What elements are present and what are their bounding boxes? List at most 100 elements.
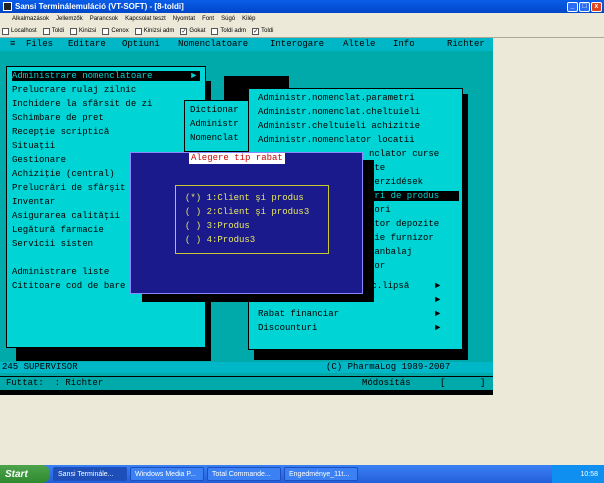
checkbox-box[interactable]: ✓ <box>252 27 260 35</box>
footer-field-end: ] <box>480 378 486 388</box>
checkbox-box[interactable] <box>102 27 110 35</box>
main-menu-item[interactable]: Legătură farmacie <box>12 225 104 235</box>
clock: 10:58 <box>580 470 598 478</box>
terminal-footer: Futtat: : Richter Módosítás [ ] <box>0 377 493 390</box>
main-menu-item[interactable]: Administrare nomenclatoare <box>12 71 200 81</box>
main-menu-item[interactable]: Recepţie scriptică <box>12 127 109 137</box>
submenu-item[interactable]: Nomenclat <box>190 133 239 143</box>
checkbox-box[interactable] <box>42 27 50 35</box>
checkbox-box[interactable] <box>211 27 219 35</box>
toolbar-checkbox[interactable]: Kinizsi adm <box>134 27 175 35</box>
submenu-arrow-icon: ► <box>435 323 441 333</box>
checkbox-label: Toldi <box>51 28 65 34</box>
checkbox-label: Kinizsi adm <box>143 28 175 34</box>
submenu2-item[interactable]: Rabat financiar <box>258 309 339 319</box>
status-copyright: (C) PharmaLog 1989-2007 <box>326 362 451 372</box>
main-menu-item[interactable]: Prelucrare rulaj zilnic <box>12 85 136 95</box>
task-total-commander[interactable]: Total Commande... <box>207 467 281 481</box>
submenu-item[interactable]: Dictionar <box>190 105 239 115</box>
toolbar-checkbox[interactable]: Toldi <box>42 27 65 35</box>
option-produs3[interactable]: ( ) 4:Produs3 <box>185 235 255 245</box>
menu-font[interactable]: Font <box>202 16 214 22</box>
main-menu-item[interactable]: Schimbare de pret <box>12 113 104 123</box>
task-sansi[interactable]: Sansi Terminále... <box>53 467 127 481</box>
term-user-name: Richter <box>447 39 485 49</box>
terminal-top-menu: ≡ Files Editare Optiuni Nomenclatoare In… <box>0 38 493 51</box>
term-menu-altele[interactable]: Altele <box>343 39 375 49</box>
system-tray: 10:58 <box>552 465 604 483</box>
menu-alkalmazasok[interactable]: Alkalmazások <box>12 16 49 22</box>
term-menu-editare[interactable]: Editare <box>68 39 106 49</box>
term-menu-nomenclatoare[interactable]: Nomenclatoare <box>178 39 248 49</box>
option-client-produs3[interactable]: ( ) 2:Client şi produs3 <box>185 207 309 217</box>
footer-field[interactable]: [ <box>440 378 445 388</box>
toolbar-checkbox[interactable]: ✓ Gokat <box>180 27 206 35</box>
checkbox-label: Gokat <box>189 28 206 34</box>
submenu2-item[interactable]: Administr.nomenclat.parametri <box>258 93 415 103</box>
task-engedmenye[interactable]: Engedménye_11t... <box>284 467 358 481</box>
submenu2-item[interactable]: Administr.nomenclator locatii <box>258 135 415 145</box>
checkbox-box[interactable] <box>2 27 9 35</box>
submenu-arrow-icon: ► <box>435 295 441 305</box>
maximize-button[interactable]: □ <box>579 1 590 12</box>
term-menu-interogare[interactable]: Interogare <box>270 39 324 49</box>
footer-user: Futtat: : Richter <box>6 378 104 388</box>
submenu2-item[interactable]: zerzidések <box>369 177 423 187</box>
checkbox-box[interactable]: ✓ <box>180 27 188 35</box>
toolbar-checkbox[interactable]: ✓ Toldi <box>252 27 274 35</box>
checkbox-box[interactable] <box>134 27 142 35</box>
submenu2-item[interactable]: ator depozite <box>369 219 439 229</box>
taskbar: Start Sansi Terminále... Windows Media P… <box>0 465 604 483</box>
submenu2-item[interactable]: uri de produs <box>369 191 459 201</box>
option-client-produs[interactable]: (*) 1:Client şi produs <box>185 193 304 203</box>
checkbox-label: Toldi adm <box>220 28 247 34</box>
main-menu-item[interactable]: Prelucrări de sfârşit <box>12 183 125 193</box>
submenu2-item[interactable]: Administr.cheltuieli achizitie <box>258 121 420 131</box>
toolbar-checkbox[interactable]: Toldi adm <box>211 27 247 35</box>
toolbar-checkbox[interactable]: Cenox <box>102 27 129 35</box>
submenu-item[interactable]: Administr <box>190 119 239 129</box>
main-menu-item[interactable]: Achiziţie (central) <box>12 169 115 179</box>
submenu2-item[interactable]: anbalaj <box>369 247 412 257</box>
start-button[interactable]: Start <box>0 465 50 483</box>
toolbar-checkbox[interactable]: Kinizsi <box>70 27 96 35</box>
terminal-bottom-area <box>0 395 604 465</box>
menu-parancsok[interactable]: Parancsok <box>90 16 118 22</box>
submenu2-item[interactable]: Discounturi <box>258 323 317 333</box>
checkbox-label: Localhost <box>11 28 37 34</box>
terminal-screen[interactable]: ≡ Files Editare Optiuni Nomenclatoare In… <box>0 38 493 395</box>
term-menu-files[interactable]: Files <box>26 39 53 49</box>
main-menu-item[interactable]: Gestionare <box>12 155 66 165</box>
task-media-player[interactable]: Windows Media P... <box>130 467 204 481</box>
system-menu-icon[interactable]: ≡ <box>10 39 15 49</box>
submenu2-item[interactable]: nclator curse <box>369 149 439 159</box>
main-menu-item[interactable]: Situaţii <box>12 141 55 151</box>
checkbox-label: Toldi <box>261 28 274 34</box>
window-titlebar[interactable]: Sansi Terminálemuláció (VT-SOFT) - [8-to… <box>0 0 604 13</box>
term-menu-optiuni[interactable]: Optiuni <box>122 39 160 49</box>
dialog-options-box: (*) 1:Client şi produs ( ) 2:Client şi p… <box>175 185 329 254</box>
main-menu-item[interactable]: Servicii sisten <box>12 239 93 249</box>
minimize-button[interactable]: _ <box>567 1 578 12</box>
submenu-arrow-icon: ► <box>435 281 441 291</box>
toolbar-checkbox[interactable]: Localhost <box>2 27 37 35</box>
menu-kilep[interactable]: Kilép <box>242 16 255 22</box>
option-produs[interactable]: ( ) 3:Produs <box>185 221 250 231</box>
menubar: Alkalmazások Jellemzők Parancsok Kapcsol… <box>0 13 604 25</box>
main-menu-item[interactable]: Asigurarea calităţii <box>12 211 120 221</box>
term-menu-info[interactable]: Info <box>393 39 415 49</box>
main-menu-item[interactable]: Inventar <box>12 197 55 207</box>
menu-kapcsolat-teszt[interactable]: Kapcsolat teszt <box>125 16 166 22</box>
main-menu-item[interactable]: Cititoare cod de bare <box>12 281 125 291</box>
window-title: Sansi Terminálemuláció (VT-SOFT) - [8-to… <box>15 2 184 11</box>
close-button[interactable]: x <box>591 1 602 12</box>
menu-nyomtat[interactable]: Nyomtat <box>173 16 195 22</box>
checkbox-box[interactable] <box>70 27 78 35</box>
checkbox-label: Cenox <box>111 28 129 34</box>
submenu2-item[interactable]: die furnizor <box>369 233 434 243</box>
main-menu-item[interactable]: Inchidere la sfârsit de zi <box>12 99 152 109</box>
submenu2-item[interactable]: Administr.nomenclat.cheltuieli <box>258 107 420 117</box>
menu-jellemzok[interactable]: Jellemzők <box>56 16 83 22</box>
main-menu-item[interactable]: Administrare liste <box>12 267 109 277</box>
menu-sugo[interactable]: Súgó <box>221 16 235 22</box>
